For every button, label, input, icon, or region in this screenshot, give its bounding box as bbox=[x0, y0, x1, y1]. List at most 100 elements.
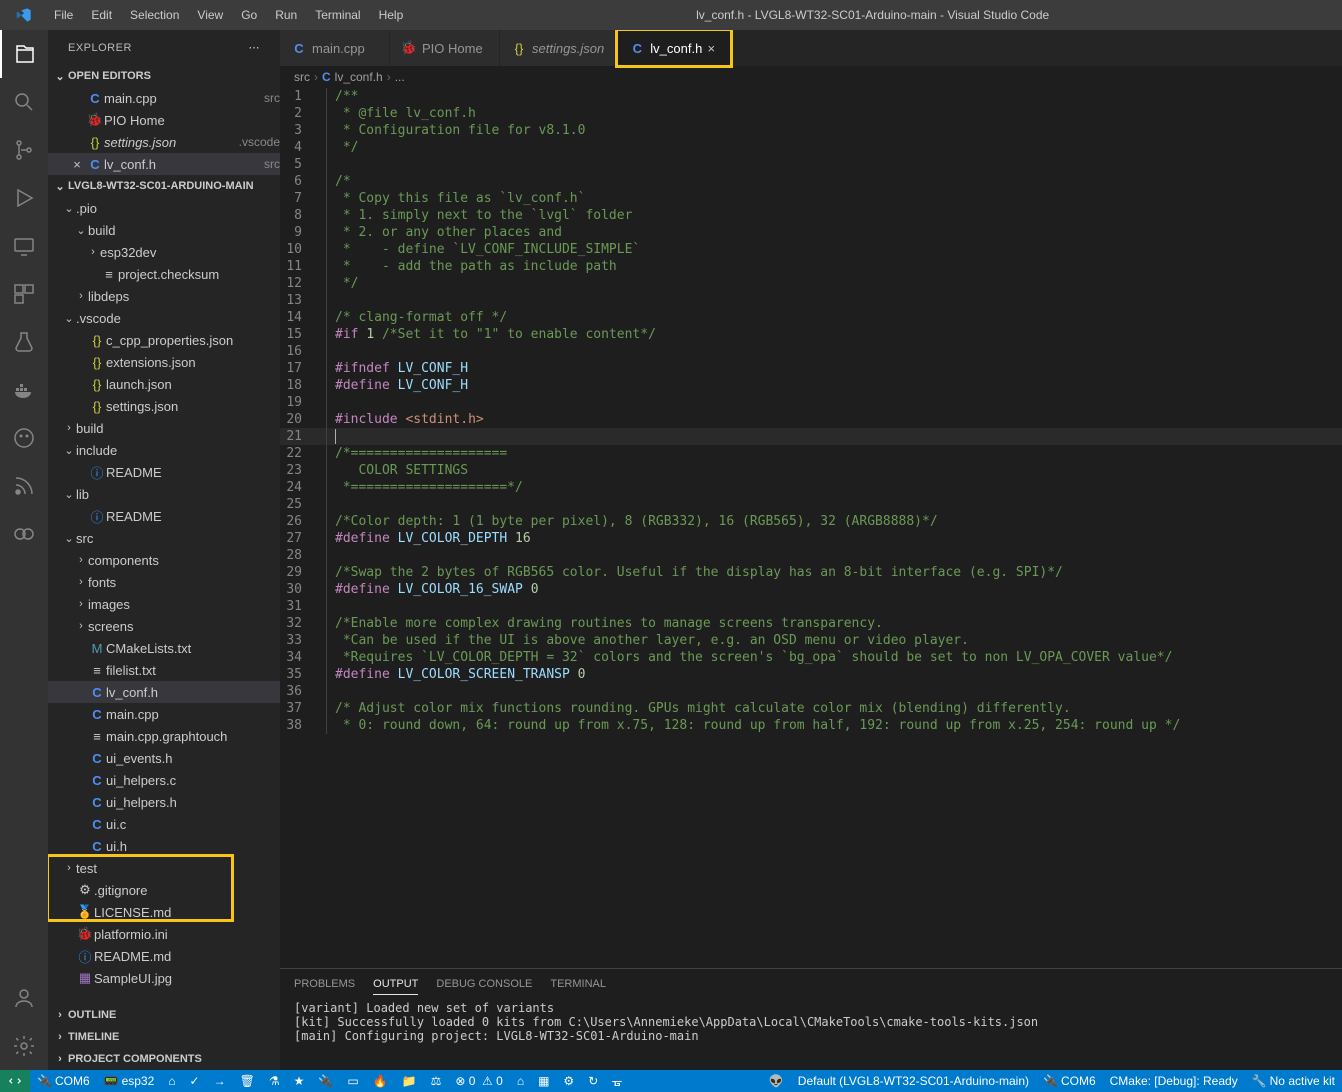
sb-board[interactable]: 📟 esp32 bbox=[97, 1070, 162, 1092]
folder-item[interactable]: ›fonts bbox=[48, 571, 280, 593]
close-icon[interactable]: × bbox=[68, 157, 86, 172]
breadcrumb[interactable]: src›Clv_conf.h›... bbox=[280, 66, 1342, 88]
panel-tab-output[interactable]: OUTPUT bbox=[373, 974, 418, 995]
file-item[interactable]: ⓘREADME bbox=[48, 461, 280, 483]
arduino-icon[interactable] bbox=[0, 510, 48, 558]
search-icon[interactable] bbox=[0, 78, 48, 126]
menu-view[interactable]: View bbox=[189, 4, 231, 26]
sb-beaker-icon[interactable]: ⚗ bbox=[262, 1070, 287, 1092]
sb-home-icon[interactable]: ⌂ bbox=[161, 1070, 182, 1092]
source-control-icon[interactable] bbox=[0, 126, 48, 174]
folder-item[interactable]: ›esp32dev bbox=[48, 241, 280, 263]
more-icon[interactable]: ⋯ bbox=[249, 41, 261, 54]
sb-fire-icon[interactable]: 🔥 bbox=[366, 1070, 395, 1092]
remote-indicator[interactable] bbox=[0, 1070, 30, 1092]
sb-gear-icon[interactable]: ⚙ bbox=[556, 1070, 581, 1092]
folder-item[interactable]: ›build bbox=[48, 417, 280, 439]
folder-item[interactable]: ⌄include bbox=[48, 439, 280, 461]
menu-terminal[interactable]: Terminal bbox=[307, 4, 368, 26]
sb-arrow-icon[interactable]: → bbox=[207, 1070, 233, 1092]
editor-body[interactable]: 1/**2 * @file lv_conf.h3 * Configuration… bbox=[280, 88, 1342, 968]
remote-icon[interactable] bbox=[0, 222, 48, 270]
sb-star-icon[interactable]: ★ bbox=[287, 1070, 312, 1092]
file-item[interactable]: ≡main.cpp.graphtouch bbox=[48, 725, 280, 747]
file-item[interactable]: Cui_events.h bbox=[48, 747, 280, 769]
sb-plug-icon[interactable]: 🔌 bbox=[311, 1070, 340, 1092]
folder-item[interactable]: ›libdeps bbox=[48, 285, 280, 307]
file-item[interactable]: Cui_helpers.h bbox=[48, 791, 280, 813]
editor-tab[interactable]: 🐞PIO Home bbox=[390, 30, 500, 66]
sb-errwarn[interactable]: ⊗ 0 ⚠ 0 bbox=[448, 1070, 510, 1092]
file-item[interactable]: ⚙.gitignore bbox=[48, 879, 280, 901]
rss-icon[interactable] bbox=[0, 462, 48, 510]
file-item[interactable]: {}c_cpp_properties.json bbox=[48, 329, 280, 351]
file-item[interactable]: {}extensions.json bbox=[48, 351, 280, 373]
file-item[interactable]: Cui_helpers.c bbox=[48, 769, 280, 791]
folder-item[interactable]: ⌄.vscode bbox=[48, 307, 280, 329]
menu-file[interactable]: File bbox=[46, 4, 81, 26]
sb-refresh-icon[interactable]: ↻ bbox=[581, 1070, 605, 1092]
folder-item[interactable]: ⌄lib bbox=[48, 483, 280, 505]
sb-com[interactable]: 🔌 COM6 bbox=[30, 1070, 97, 1092]
file-item[interactable]: Clv_conf.h bbox=[48, 681, 280, 703]
sb-check-icon[interactable]: ✓ bbox=[183, 1070, 207, 1092]
folder-item[interactable]: ›test bbox=[48, 857, 280, 879]
editor-tab[interactable]: Clv_conf.h× bbox=[615, 30, 733, 68]
sb-kit[interactable]: 🔧 No active kit bbox=[1245, 1070, 1342, 1092]
sb-com-r[interactable]: 🔌 COM6 bbox=[1036, 1070, 1103, 1092]
file-item[interactable]: 🐞platformio.ini bbox=[48, 923, 280, 945]
menu-help[interactable]: Help bbox=[371, 4, 412, 26]
folder-item[interactable]: ⌄src bbox=[48, 527, 280, 549]
explorer-icon[interactable] bbox=[0, 30, 48, 78]
timeline-section[interactable]: › TIMELINE bbox=[48, 1026, 280, 1048]
panel-tab-terminal[interactable]: TERMINAL bbox=[550, 974, 606, 994]
sb-default[interactable]: Default (LVGL8-WT32-SC01-Arduino-main) bbox=[791, 1070, 1036, 1092]
editor-tab[interactable]: {}settings.json bbox=[500, 30, 615, 66]
sb-filter-icon[interactable]: ⚖ bbox=[424, 1070, 449, 1092]
project-section[interactable]: ⌄ LVGL8-WT32-SC01-ARDUINO-MAIN bbox=[48, 175, 280, 197]
sb-usb-icon[interactable]: ᚗ bbox=[605, 1070, 628, 1092]
sb-home2-icon[interactable]: ⌂ bbox=[510, 1070, 531, 1092]
menu-run[interactable]: Run bbox=[267, 4, 305, 26]
outline-section[interactable]: › OUTLINE bbox=[48, 1004, 280, 1026]
sb-cmake[interactable]: CMake: [Debug]: Ready bbox=[1103, 1070, 1245, 1092]
sb-chip-icon[interactable]: ▦ bbox=[531, 1070, 556, 1092]
open-editors-section[interactable]: ⌄ OPEN EDITORS bbox=[48, 65, 280, 87]
open-editor-item[interactable]: {}settings.json.vscode bbox=[48, 131, 280, 153]
open-editor-item[interactable]: Cmain.cppsrc bbox=[48, 87, 280, 109]
editor-tab[interactable]: Cmain.cpp bbox=[280, 30, 390, 66]
testing-icon[interactable] bbox=[0, 318, 48, 366]
file-item[interactable]: ≡project.checksum bbox=[48, 263, 280, 285]
settings-gear-icon[interactable] bbox=[0, 1022, 48, 1070]
sb-terminal-icon[interactable]: ▭ bbox=[340, 1070, 365, 1092]
file-item[interactable]: Cmain.cpp bbox=[48, 703, 280, 725]
panel-tab-debug-console[interactable]: DEBUG CONSOLE bbox=[436, 974, 532, 994]
file-item[interactable]: ⓘREADME.md bbox=[48, 945, 280, 967]
sb-platform-icon[interactable]: 👽 bbox=[762, 1070, 791, 1092]
docker-icon[interactable] bbox=[0, 366, 48, 414]
file-item[interactable]: {}settings.json bbox=[48, 395, 280, 417]
file-item[interactable]: {}launch.json bbox=[48, 373, 280, 395]
panel-tab-problems[interactable]: PROBLEMS bbox=[294, 974, 355, 994]
menu-go[interactable]: Go bbox=[233, 4, 265, 26]
file-item[interactable]: ⓘREADME bbox=[48, 505, 280, 527]
menu-edit[interactable]: Edit bbox=[83, 4, 120, 26]
accounts-icon[interactable] bbox=[0, 974, 48, 1022]
sb-trash-icon[interactable]: 🗑 bbox=[233, 1070, 262, 1092]
folder-item[interactable]: ›components bbox=[48, 549, 280, 571]
file-item[interactable]: ≡filelist.txt bbox=[48, 659, 280, 681]
open-editor-item[interactable]: 🐞PIO Home bbox=[48, 109, 280, 131]
close-icon[interactable]: × bbox=[702, 41, 720, 56]
folder-item[interactable]: ⌄.pio bbox=[48, 197, 280, 219]
folder-item[interactable]: ›images bbox=[48, 593, 280, 615]
run-debug-icon[interactable] bbox=[0, 174, 48, 222]
file-item[interactable]: 🏅LICENSE.md bbox=[48, 901, 280, 923]
folder-item[interactable]: ›screens bbox=[48, 615, 280, 637]
sb-folder-icon[interactable]: 📁 bbox=[395, 1070, 424, 1092]
extensions-icon[interactable] bbox=[0, 270, 48, 318]
file-item[interactable]: MCMakeLists.txt bbox=[48, 637, 280, 659]
platformio-icon[interactable] bbox=[0, 414, 48, 462]
file-item[interactable]: ▦SampleUI.jpg bbox=[48, 967, 280, 989]
project-components-section[interactable]: › PROJECT COMPONENTS bbox=[48, 1048, 280, 1070]
open-editor-item[interactable]: ×Clv_conf.hsrc bbox=[48, 153, 280, 175]
